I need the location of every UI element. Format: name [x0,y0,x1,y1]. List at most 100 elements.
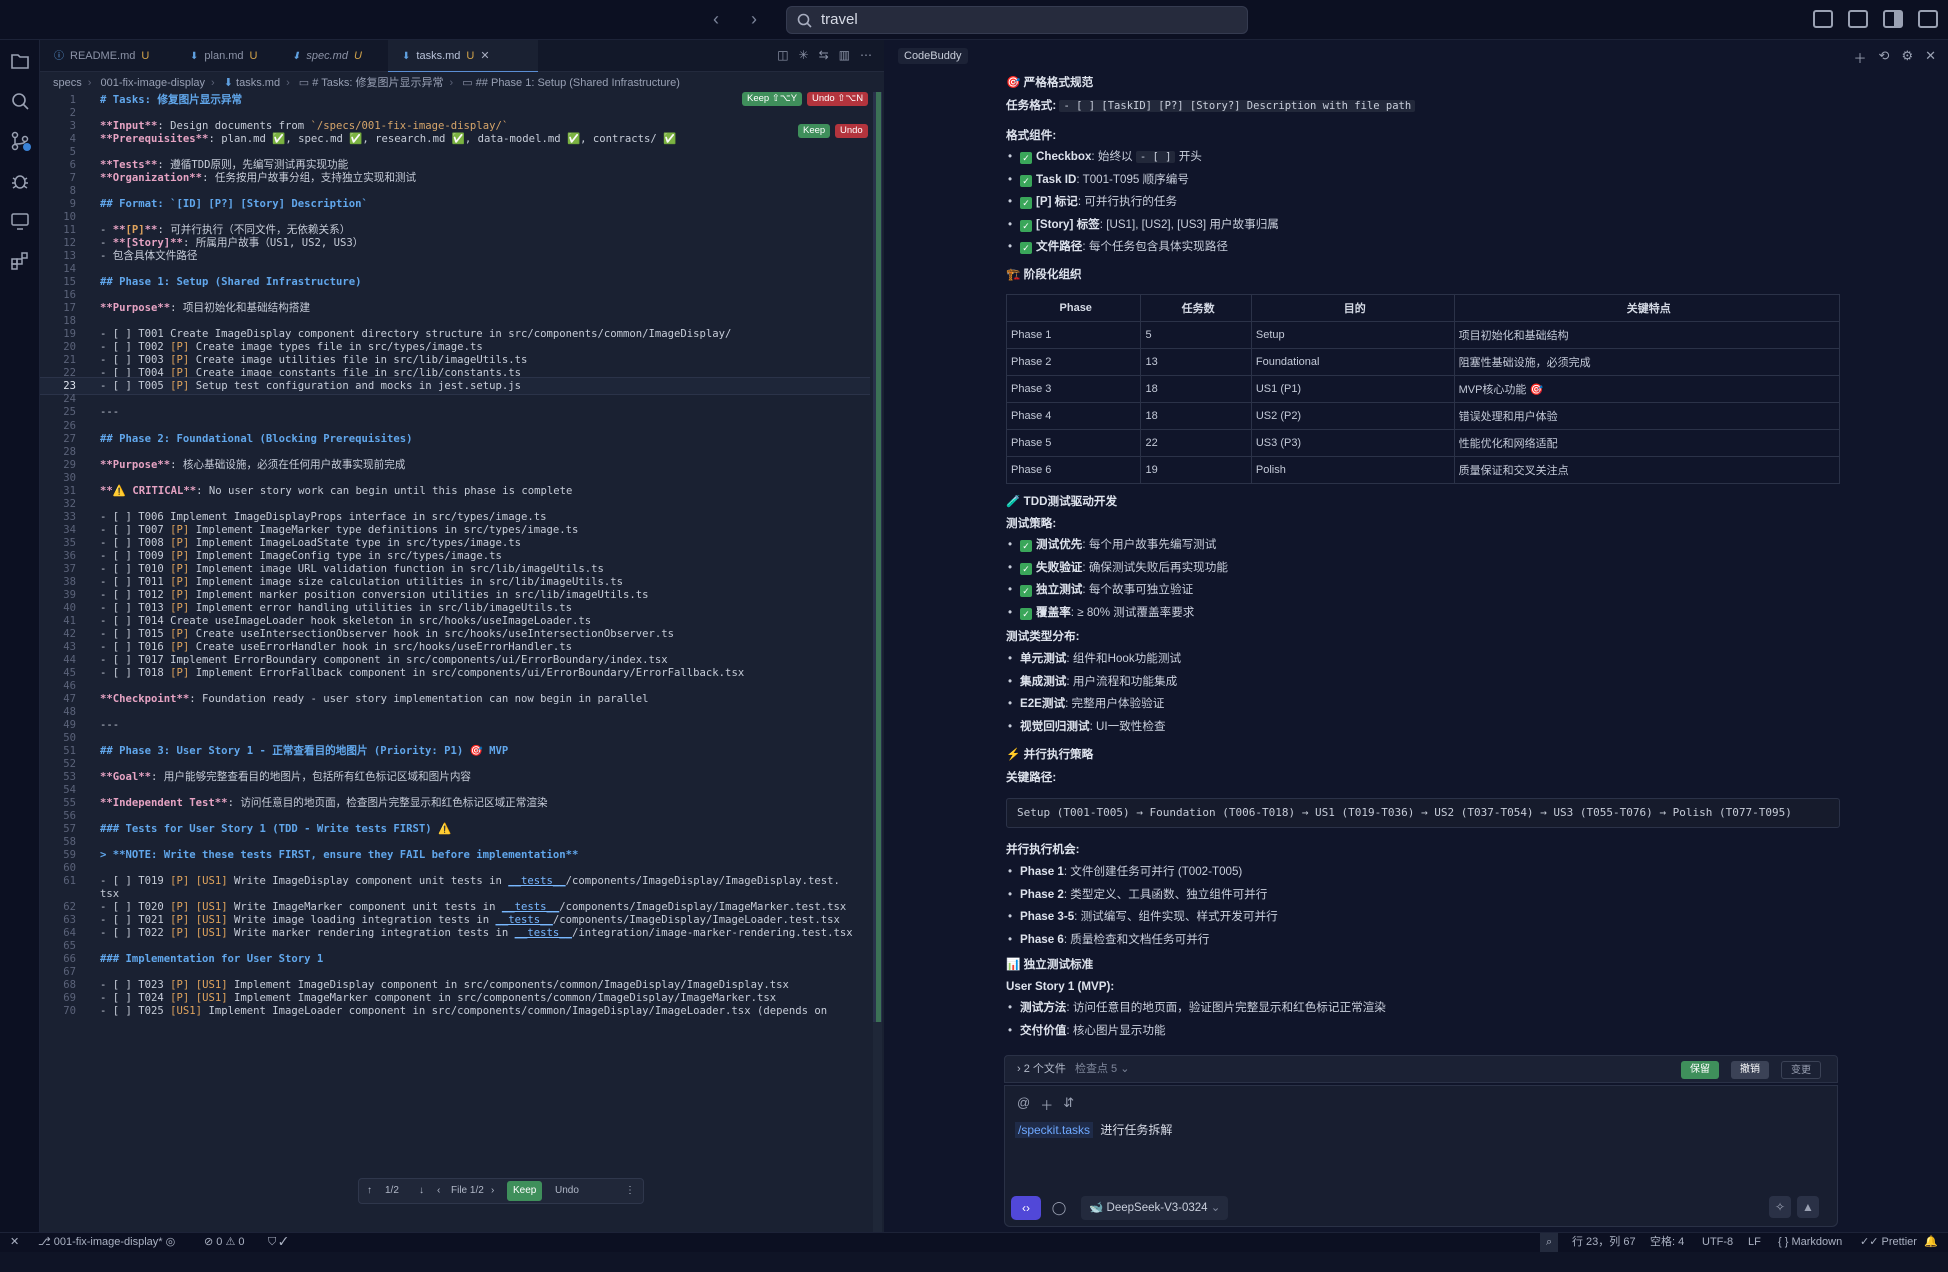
inline-code: - [ ] [TaskID] [P?] [Story?] Description… [1059,100,1416,112]
section-heading: ⚡ 并行执行策略 [1006,748,1094,761]
compare-changes-icon[interactable]: ⇆ [819,48,829,62]
toggle-sidebar-icon[interactable] [1813,10,1833,28]
debug-icon[interactable] [9,170,31,192]
sync-icon[interactable]: ⛉ ✓ [268,1233,288,1252]
code-editor[interactable]: 1 # Tasks: 修复图片显示异常 2 3 **Input**: Design do… [40,92,870,1272]
tab-label: README.md [70,50,136,62]
check-icon: ✓ [1020,540,1032,552]
split-editor-icon[interactable]: ▥ [839,48,850,62]
enhance-prompt-icon[interactable]: ✧ [1769,1196,1791,1218]
source-control-icon[interactable] [9,130,31,152]
codebuddy-panel: CodeBuddy ＋ ⟲ ⚙ ✕ 🎯 严格格式规范 任务格式: - [ ] [… [884,40,1948,1232]
tab-plan[interactable]: ⬇ plan.md U [176,40,284,72]
slash-command: /speckit.tasks [1015,1122,1094,1138]
breadcrumb-item[interactable]: 001-fix-image-display [100,77,205,89]
search-icon[interactable] [9,90,31,112]
strategy-label: 测试策略: [1006,517,1057,530]
formatter-item[interactable]: ✓✓ Prettier [1860,1233,1917,1252]
item-text: : 每个用户故事先编写测试 [1082,538,1217,551]
item-text: : 用户流程和功能集成 [1066,674,1178,688]
chevron-down-icon[interactable]: ⌄ [1120,1063,1129,1075]
item-label: 测试方法 [1020,1001,1067,1014]
tab-spec[interactable]: ⬇ spec.md U [278,40,388,72]
language-mode: Markdown [1791,1236,1843,1248]
panel-actions: ＋ ⟲ ⚙ ✕ [1854,48,1936,67]
mention-icon[interactable]: @ [1017,1095,1030,1114]
label: 任务格式: [1006,99,1057,112]
down-arrow-icon[interactable]: ↓ [419,1179,424,1203]
remote-icon[interactable]: ✕ [10,1233,19,1252]
cursor-position[interactable]: 行 23，列 67 [1572,1233,1636,1252]
table-cell: Phase 5 [1005,429,1142,457]
language-item[interactable]: { } Markdown [1778,1233,1842,1252]
forward-arrow-icon[interactable]: › [743,8,765,30]
file-counter: File 1/2 [451,1185,484,1196]
checkpoint-label[interactable]: 检查点 5 [1075,1063,1117,1075]
history-icon[interactable]: ⟲ [1879,48,1890,67]
chat-message: 进行任务拆解 [1100,1123,1173,1137]
breadcrumb-item[interactable]: specs [53,77,82,89]
breadcrumb-item[interactable]: # Tasks: 修复图片显示异常 [312,77,443,89]
task-format-line: 任务格式: - [ ] [TaskID] [P?] [Story?] Descr… [1006,98,1416,114]
more-actions-icon[interactable]: ⋯ [860,48,872,62]
table-cell: Polish [1250,456,1455,484]
send-icon[interactable]: ▲ [1797,1196,1819,1218]
item-label: 集成测试 [1020,674,1067,688]
open-preview-icon[interactable]: ◫ [777,48,788,62]
chat-mode-icon[interactable]: ◯ [1045,1196,1073,1220]
line-number: 70 [63,1005,76,1018]
close-icon[interactable]: ✕ [480,50,489,62]
changes-bar[interactable]: › 2 个文件 检查点 5 ⌄ 保留 撤销 变更 [1004,1055,1838,1083]
settings-icon[interactable]: ⚙ [1901,48,1913,67]
untracked-badge: U [141,50,150,62]
layout-icon[interactable] [1918,10,1938,28]
list-item: Phase 1: 文件创建任务可并行 (T002-T005) [1008,864,1242,880]
add-context-icon[interactable]: ＋ [1040,1095,1053,1114]
notifications-icon[interactable]: 🔔 [1924,1233,1938,1252]
item-label: 测试优先 [1036,538,1083,551]
tab-tasks[interactable]: ⬇ tasks.md U ✕ [388,40,538,72]
keep-button[interactable]: Keep [507,1181,543,1201]
undo-all-button[interactable]: Undo ⇧⌥N [807,92,869,106]
branch-item[interactable]: ⎇ 001-fix-image-display* ◎ [38,1233,175,1252]
more-icon[interactable]: ⋮ [625,1179,635,1203]
next-file-icon[interactable]: › [491,1179,494,1203]
editor-tabs: ⓘ README.md U ⬇ plan.md U ⬇ spec.md U ⬇ tasks.m… [40,40,884,72]
indentation[interactable]: 空格: 4 [1650,1233,1684,1252]
code-line[interactable]: 70 - [ ] T025 [US1] Implement ImageLoader… [40,1003,870,1019]
new-chat-icon[interactable]: ＋ [1854,48,1867,67]
keep-hunk-button[interactable]: Keep [798,124,831,138]
remote-explorer-icon[interactable] [9,210,31,232]
end-of-line[interactable]: LF [1748,1233,1761,1252]
chat-input[interactable]: @ ＋ ⇵ /speckit.tasks 进行任务拆解 ‹› ◯ 🐋 DeepS… [1004,1085,1838,1227]
explorer-icon[interactable] [9,50,31,72]
view-changes-button[interactable]: 变更 [1781,1061,1821,1079]
codebuddy-icon[interactable]: ✳ [799,48,809,62]
undo-hunk-button[interactable]: Undo [835,124,868,138]
toggle-panel-icon[interactable] [1848,10,1868,28]
close-icon[interactable]: ✕ [1925,48,1936,67]
zoom-icon[interactable]: ⌕ [1540,1233,1559,1252]
item-text: : 确保测试失败后再实现功能 [1082,560,1228,574]
model-selector[interactable]: 🐋 DeepSeek-V3-0324 ⌄ [1081,1196,1229,1220]
section-heading: 🎯 严格格式规范 [1006,76,1094,89]
problems-item[interactable]: ⊘ 0 ⚠ 0 [204,1233,244,1252]
revert-changes-button[interactable]: 撤销 [1731,1061,1769,1079]
prev-file-icon[interactable]: ‹ [437,1179,440,1203]
rules-icon[interactable]: ⇵ [1063,1095,1074,1114]
keep-changes-button[interactable]: 保留 [1681,1061,1719,1079]
up-arrow-icon[interactable]: ↑ [367,1179,372,1203]
breadcrumb-item[interactable]: ## Phase 1: Setup (Shared Infrastructure… [476,77,680,89]
chevron-right-icon[interactable]: › [1017,1063,1021,1075]
toggle-secondary-sidebar-icon[interactable] [1883,10,1903,28]
search-input[interactable]: travel [786,6,1248,34]
keep-all-button[interactable]: Keep ⇧⌥Y [742,92,803,106]
extensions-icon[interactable] [9,250,31,272]
item-label: 失败验证 [1036,560,1083,574]
back-arrow-icon[interactable]: ‹ [705,8,727,30]
code-mode-icon[interactable]: ‹› [1011,1196,1041,1220]
undo-button[interactable]: Undo [555,1179,579,1203]
breadcrumb-item[interactable]: tasks.md [236,77,280,89]
encoding[interactable]: UTF-8 [1702,1233,1733,1252]
tab-readme[interactable]: ⓘ README.md U [40,40,172,72]
